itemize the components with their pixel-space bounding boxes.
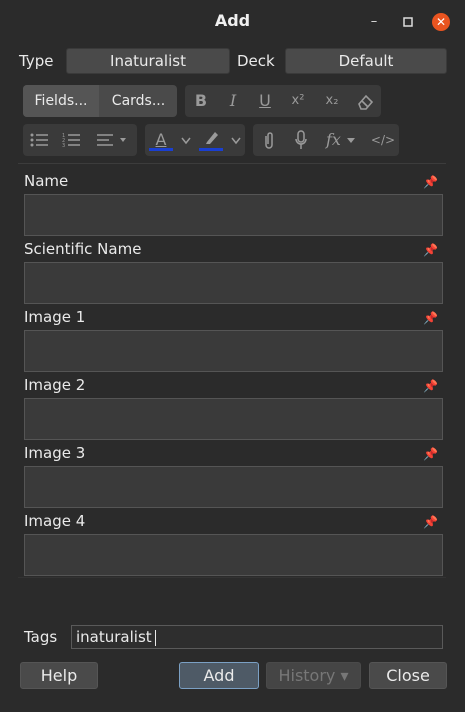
attach-button[interactable] (253, 124, 285, 156)
numbered-list-button[interactable]: 123 (55, 124, 87, 156)
pin-icon[interactable]: 📌 (423, 379, 438, 393)
field-input-image-2[interactable] (24, 398, 443, 440)
add-button[interactable]: Add (179, 662, 259, 689)
field-label-image-2: Image 2 (24, 376, 86, 394)
type-label: Type (19, 52, 54, 70)
text-color-button[interactable]: A (145, 124, 177, 156)
align-icon (97, 134, 126, 146)
bold-button[interactable]: B (185, 85, 217, 117)
pin-icon[interactable]: 📌 (423, 243, 438, 257)
numbered-list-icon: 123 (62, 133, 80, 149)
fields-bottom-separator (18, 577, 446, 578)
field-label-name: Name (24, 172, 69, 190)
highlight-color-bar (199, 148, 223, 151)
color-group: A (145, 124, 245, 156)
media-group: fx </> (253, 124, 399, 156)
chevron-down-icon (347, 138, 356, 143)
pin-icon[interactable]: 📌 (423, 447, 438, 461)
history-button[interactable]: History ▾ (266, 662, 361, 689)
italic-button[interactable]: I (217, 85, 249, 117)
minimize-button[interactable]: – (365, 13, 383, 31)
note-type-button[interactable]: Inaturalist (66, 48, 230, 74)
chevron-down-icon (231, 137, 241, 145)
format-group: B I U x² x₂ (185, 85, 381, 117)
field-input-name[interactable] (24, 194, 443, 236)
superscript-button[interactable]: x² (281, 85, 315, 117)
field-label-image-3: Image 3 (24, 444, 86, 462)
pin-icon[interactable]: 📌 (423, 311, 438, 325)
text-color-dropdown[interactable] (177, 124, 195, 156)
title-bar: Add – ✕ (0, 0, 465, 44)
field-label-image-1: Image 1 (24, 308, 86, 326)
close-window-button[interactable]: ✕ (432, 13, 450, 31)
help-button[interactable]: Help (20, 662, 98, 689)
microphone-icon (295, 130, 307, 149)
mathjax-label: fx (325, 130, 341, 149)
maximize-button[interactable] (399, 13, 417, 31)
record-audio-button[interactable] (285, 124, 317, 156)
fields-cards-group: Fields... Cards... (23, 85, 177, 117)
bullet-list-button[interactable] (23, 124, 55, 156)
field-input-image-3[interactable] (24, 466, 443, 508)
highlight-icon (206, 132, 218, 144)
deck-label: Deck (237, 52, 275, 70)
deck-button[interactable]: Default (285, 48, 447, 74)
subscript-button[interactable]: x₂ (315, 85, 349, 117)
svg-text:3: 3 (62, 143, 65, 148)
cards-button[interactable]: Cards... (100, 85, 177, 117)
underline-button[interactable]: U (249, 85, 281, 117)
html-editor-button[interactable]: </> (367, 124, 399, 156)
field-input-scientific-name[interactable] (24, 262, 443, 304)
chevron-down-icon (181, 137, 191, 145)
field-label-image-4: Image 4 (24, 512, 86, 530)
pin-icon[interactable]: 📌 (423, 515, 438, 529)
tags-input[interactable]: inaturalist (71, 625, 443, 649)
align-dropdown[interactable] (87, 124, 137, 156)
mathjax-button[interactable]: fx (317, 124, 365, 156)
highlight-dropdown[interactable] (227, 124, 245, 156)
text-color-bar (149, 148, 173, 151)
field-label-scientific-name: Scientific Name (24, 240, 142, 258)
bullet-list-icon (30, 133, 48, 147)
tags-value: inaturalist (76, 628, 152, 646)
pin-icon[interactable]: 📌 (423, 175, 438, 189)
eraser-button[interactable] (349, 85, 381, 117)
highlight-button[interactable] (195, 124, 227, 156)
text-color-label: A (155, 130, 167, 149)
toolbar-separator (18, 163, 446, 164)
field-input-image-1[interactable] (24, 330, 443, 372)
tags-label: Tags (24, 628, 58, 646)
eraser-icon (358, 94, 374, 110)
paperclip-icon (265, 132, 273, 149)
field-input-image-4[interactable] (24, 534, 443, 576)
fields-button[interactable]: Fields... (23, 85, 99, 117)
list-group: 123 (23, 124, 137, 156)
window-title: Add (214, 11, 251, 30)
maximize-icon (403, 17, 413, 27)
text-cursor (154, 629, 156, 646)
close-button[interactable]: Close (369, 662, 447, 689)
